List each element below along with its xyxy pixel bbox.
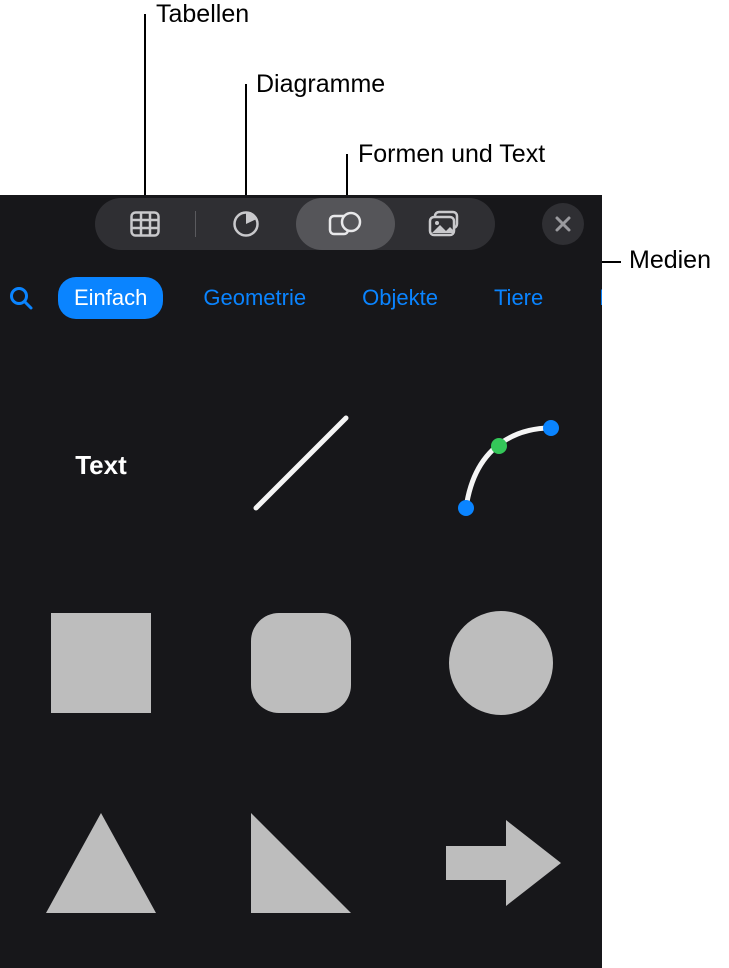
square-icon [41, 603, 161, 728]
shapes-grid: Text [0, 365, 602, 965]
segment-tables-button[interactable] [95, 198, 195, 250]
callout-label-charts: Diagramme [256, 70, 385, 99]
category-tab-objekte[interactable]: Objekte [346, 277, 454, 319]
insert-type-segmented-control [95, 198, 495, 250]
circle-icon [441, 603, 561, 728]
line-icon [236, 398, 366, 533]
pie-chart-icon [232, 210, 260, 238]
arrow-right-icon [436, 808, 566, 923]
shape-arrow-right-button[interactable] [401, 765, 601, 965]
callout-line-tables [144, 14, 146, 204]
callout-label-media: Medien [629, 246, 711, 275]
category-tab-einfach[interactable]: Einfach [58, 277, 163, 319]
segment-charts-button[interactable] [196, 198, 296, 250]
shape-triangle-button[interactable] [1, 765, 201, 965]
table-icon [130, 211, 160, 237]
shape-curve-button[interactable] [401, 365, 601, 565]
category-tabs: Einfach Geometrie Objekte Tiere N [0, 273, 602, 323]
category-tab-next-partial[interactable]: N [583, 277, 602, 319]
callout-line-charts [245, 84, 247, 204]
category-tab-geometrie[interactable]: Geometrie [187, 277, 322, 319]
rounded-square-icon [241, 603, 361, 728]
shape-picker-panel: Einfach Geometrie Objekte Tiere N Text [0, 195, 602, 968]
triangle-icon [36, 803, 166, 928]
callout-label-tables: Tabellen [156, 0, 249, 29]
callout-label-shapes: Formen und Text [358, 140, 545, 169]
search-button[interactable] [8, 278, 34, 318]
shape-circle-button[interactable] [401, 565, 601, 765]
shape-line-button[interactable] [201, 365, 401, 565]
category-tab-tiere[interactable]: Tiere [478, 277, 559, 319]
right-triangle-icon [241, 803, 361, 928]
segment-shapes-button[interactable] [296, 198, 396, 250]
textbox-label: Text [75, 450, 127, 481]
search-icon [8, 285, 34, 311]
callout-layer: Tabellen Diagramme Formen und Text [0, 0, 729, 195]
close-icon [554, 215, 572, 233]
image-stack-icon [428, 210, 462, 238]
shape-text-button[interactable]: Text [1, 365, 201, 565]
shape-right-triangle-button[interactable] [201, 765, 401, 965]
shape-square-button[interactable] [1, 565, 201, 765]
segment-media-button[interactable] [395, 198, 495, 250]
close-button[interactable] [542, 203, 584, 245]
bezier-curve-icon [436, 398, 566, 533]
shape-rounded-square-button[interactable] [201, 565, 401, 765]
shapes-icon [328, 210, 362, 238]
